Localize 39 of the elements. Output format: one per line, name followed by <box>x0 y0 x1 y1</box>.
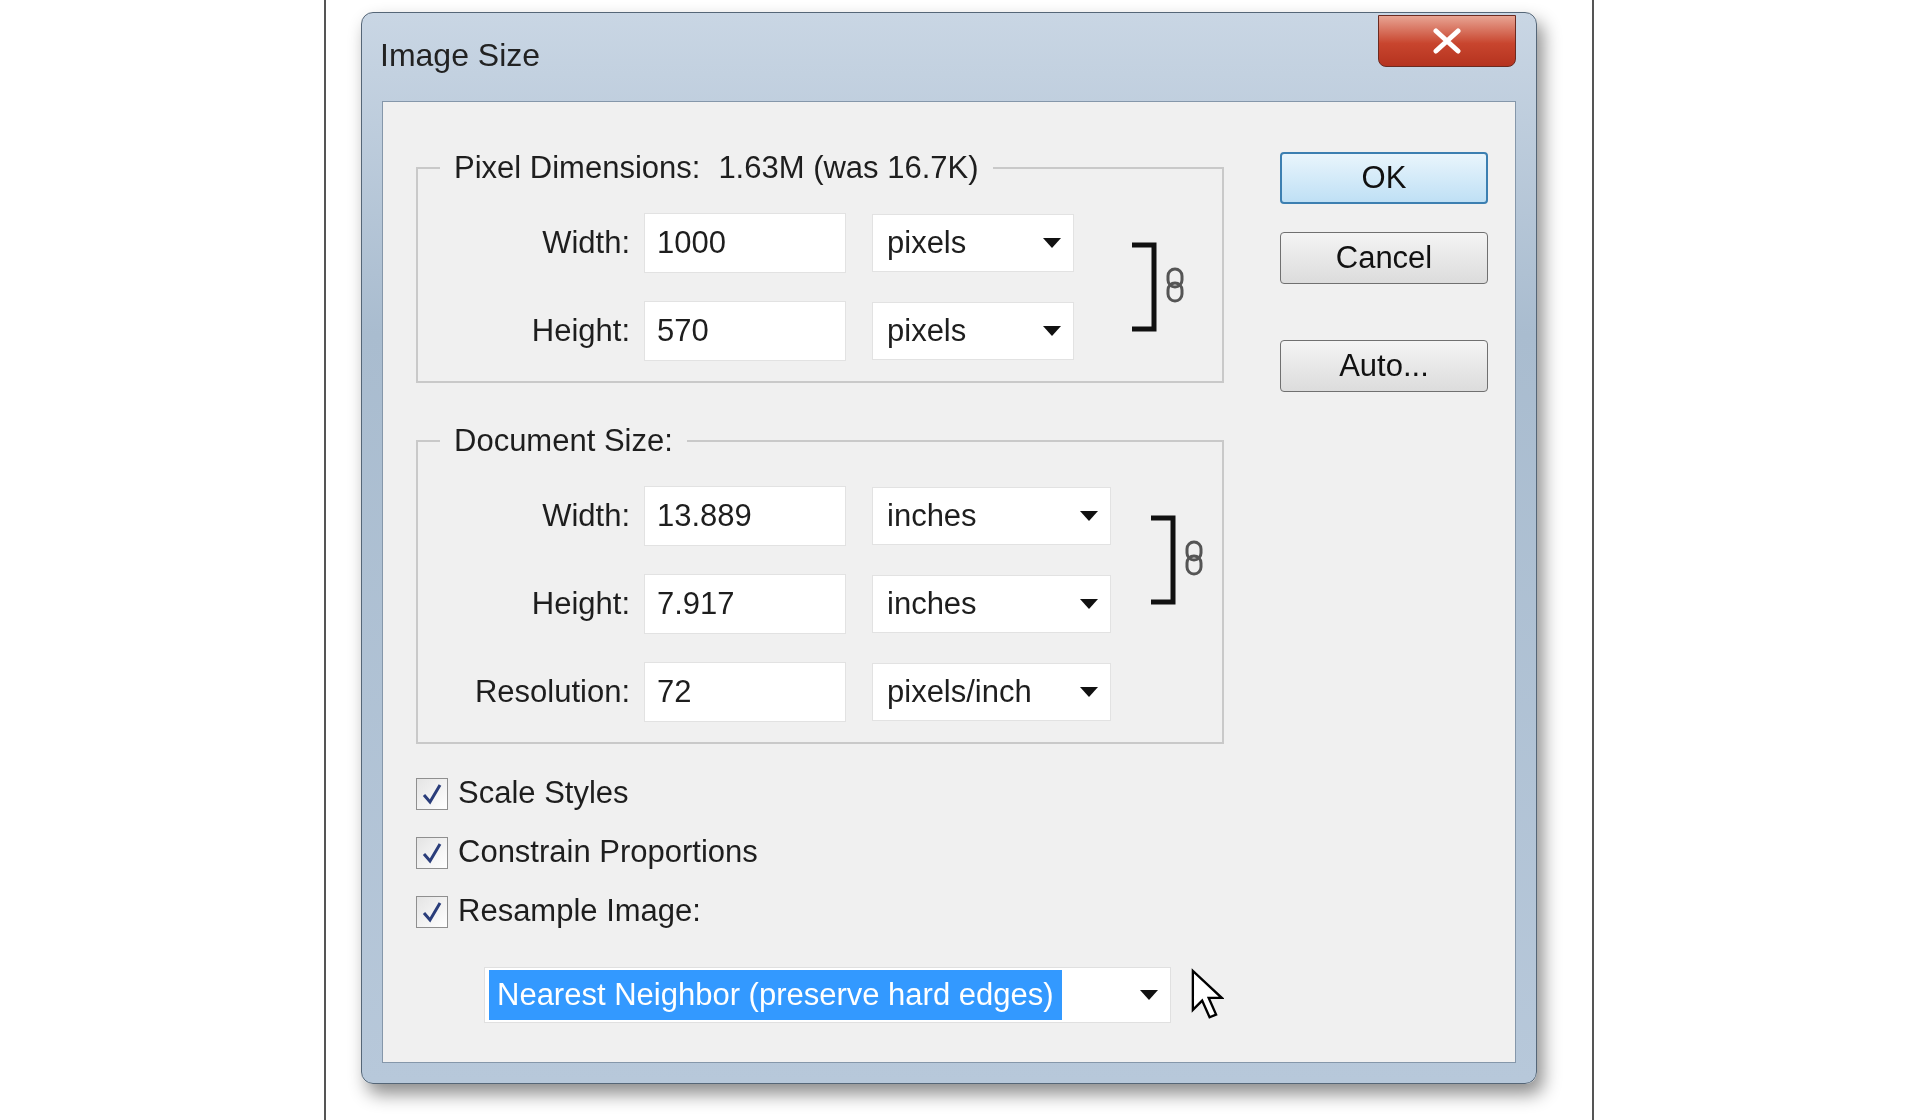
unit-dropdown[interactable]: inches <box>872 487 1111 545</box>
field-label: Width: <box>541 496 630 535</box>
close-icon <box>1432 28 1462 54</box>
close-button[interactable] <box>1378 15 1516 67</box>
caret-icon <box>1139 990 1158 1000</box>
caret-icon <box>1043 238 1061 248</box>
text-field[interactable]: 72 <box>644 662 846 722</box>
checkbox-label: Resample Image: <box>458 892 701 931</box>
checkbox[interactable] <box>416 836 448 869</box>
field-label: Resolution: <box>473 672 630 711</box>
checkbox-label: Constrain Proportions <box>458 833 758 872</box>
checkbox[interactable] <box>416 895 448 928</box>
caret-icon <box>1080 511 1098 521</box>
group-label: Document Size: <box>454 425 673 456</box>
checkbox[interactable] <box>416 777 448 810</box>
group-label: Pixel Dimensions: <box>454 152 701 183</box>
text-field[interactable]: 570 <box>644 301 846 361</box>
window-title: Image Size <box>380 36 541 75</box>
field-label: Height: <box>530 311 630 350</box>
text-field[interactable]: 13.889 <box>644 486 846 546</box>
unit-dropdown[interactable]: pixels <box>872 302 1074 360</box>
dialog-button[interactable]: Cancel <box>1280 232 1488 284</box>
checkmark-icon <box>421 841 443 864</box>
group-value: 1.63M (was 16.7K) <box>718 152 979 183</box>
dialog-button[interactable]: Auto... <box>1280 340 1488 392</box>
unit-dropdown[interactable]: pixels/inch <box>872 663 1111 721</box>
text-field[interactable]: 1000 <box>644 213 846 273</box>
caret-icon <box>1080 687 1098 697</box>
dialog-button[interactable]: OK <box>1280 152 1488 204</box>
field-label: Height: <box>530 584 630 623</box>
checkbox-label: Scale Styles <box>458 774 629 813</box>
unit-dropdown[interactable]: inches <box>872 575 1111 633</box>
checkmark-icon <box>421 900 443 923</box>
unit-dropdown[interactable]: pixels <box>872 214 1074 272</box>
text-field[interactable]: 7.917 <box>644 574 846 634</box>
caret-icon <box>1080 599 1098 609</box>
checkmark-icon <box>421 782 443 805</box>
field-label: Width: <box>541 223 630 262</box>
caret-icon <box>1043 326 1061 336</box>
